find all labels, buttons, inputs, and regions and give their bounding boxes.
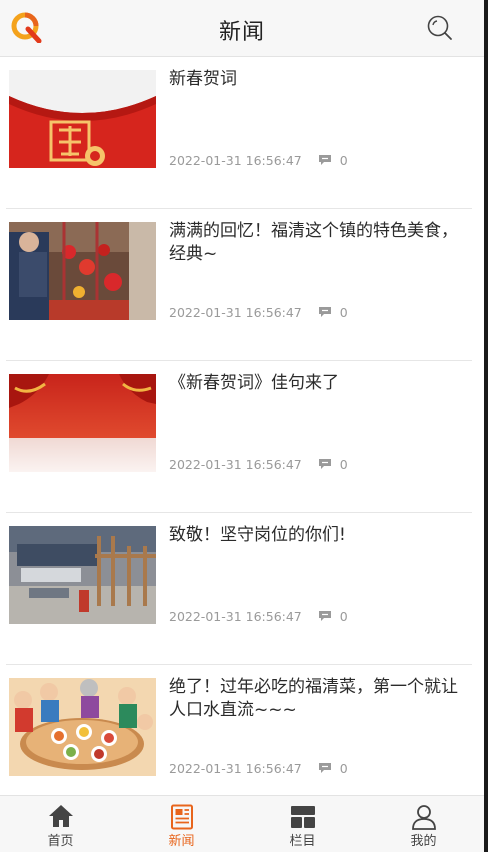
- news-meta: 2022-01-31 16:56:47 0: [169, 304, 348, 320]
- news-item[interactable]: 《新春贺词》佳句来了 2022-01-31 16:56:47 0: [6, 361, 472, 513]
- news-icon: [170, 804, 193, 830]
- news-meta: 2022-01-31 16:56:47 0: [169, 608, 348, 624]
- news-title: 满满的回忆！福清这个镇的特色美食，经典~: [169, 221, 458, 264]
- news-thumbnail-factory: [9, 526, 156, 624]
- columns-icon: [290, 806, 315, 828]
- comment-icon: [318, 763, 331, 773]
- comment-icon: [318, 307, 331, 317]
- news-item[interactable]: 满满的回忆！福清这个镇的特色美食，经典~ 2022-01-31 16:56:47…: [6, 209, 472, 361]
- news-comment-count: 0: [339, 304, 348, 320]
- app-screen: 新闻 新春贺词 2022-01-31 16:56:47 0 满满的回忆！福清这个…: [0, 0, 488, 852]
- news-date: 2022-01-31 16:56:47: [169, 456, 302, 472]
- news-thumbnail-red-curtain: [9, 374, 156, 472]
- bottom-tab-bar: 首页 新闻 栏目 我的: [0, 795, 484, 852]
- news-meta: 2022-01-31 16:56:47 0: [169, 760, 348, 776]
- news-date: 2022-01-31 16:56:47: [169, 304, 302, 320]
- news-title: 致敬！坚守岗位的你们!: [169, 525, 346, 545]
- news-item[interactable]: 绝了！过年必吃的福清菜，第一个就让人口水直流~~~ 2022-01-31 16:…: [6, 665, 472, 795]
- news-list: 新春贺词 2022-01-31 16:56:47 0 满满的回忆！福清这个镇的特…: [0, 57, 484, 795]
- news-title: 绝了！过年必吃的福清菜，第一个就让人口水直流~~~: [169, 677, 458, 720]
- news-date: 2022-01-31 16:56:47: [169, 608, 302, 624]
- news-comment-count: 0: [339, 152, 348, 168]
- news-meta: 2022-01-31 16:56:47 0: [169, 456, 348, 472]
- news-date: 2022-01-31 16:56:47: [169, 760, 302, 776]
- tab-label: 新闻: [168, 834, 195, 849]
- news-thumbnail-family-dinner: [9, 678, 156, 776]
- news-title: 新春贺词: [169, 69, 237, 89]
- news-comment-count: 0: [339, 608, 348, 624]
- tab-news[interactable]: 新闻: [121, 796, 242, 852]
- tab-label: 我的: [410, 834, 437, 849]
- news-title: 《新春贺词》佳句来了: [169, 373, 339, 393]
- top-bar: 新闻: [0, 0, 484, 57]
- news-meta: 2022-01-31 16:56:47 0: [169, 152, 348, 168]
- news-comment-count: 0: [339, 456, 348, 472]
- news-thumbnail-market-stall: [9, 222, 156, 320]
- tab-home[interactable]: 首页: [0, 796, 121, 852]
- news-item[interactable]: 新春贺词 2022-01-31 16:56:47 0: [6, 57, 472, 209]
- tab-label: 首页: [47, 834, 74, 849]
- comment-icon: [318, 611, 331, 621]
- news-item[interactable]: 致敬！坚守岗位的你们! 2022-01-31 16:56:47 0: [6, 513, 472, 665]
- home-icon: [48, 805, 73, 827]
- tab-profile[interactable]: 我的: [363, 796, 484, 852]
- page-title: 新闻: [218, 20, 265, 45]
- comment-icon: [318, 459, 331, 469]
- profile-icon: [411, 805, 436, 830]
- tab-columns[interactable]: 栏目: [242, 796, 363, 852]
- search-icon[interactable]: [426, 14, 454, 42]
- tab-label: 栏目: [289, 834, 316, 849]
- news-thumbnail-red-envelope: [9, 70, 156, 168]
- comment-icon: [318, 155, 331, 165]
- news-date: 2022-01-31 16:56:47: [169, 152, 302, 168]
- news-comment-count: 0: [339, 760, 348, 776]
